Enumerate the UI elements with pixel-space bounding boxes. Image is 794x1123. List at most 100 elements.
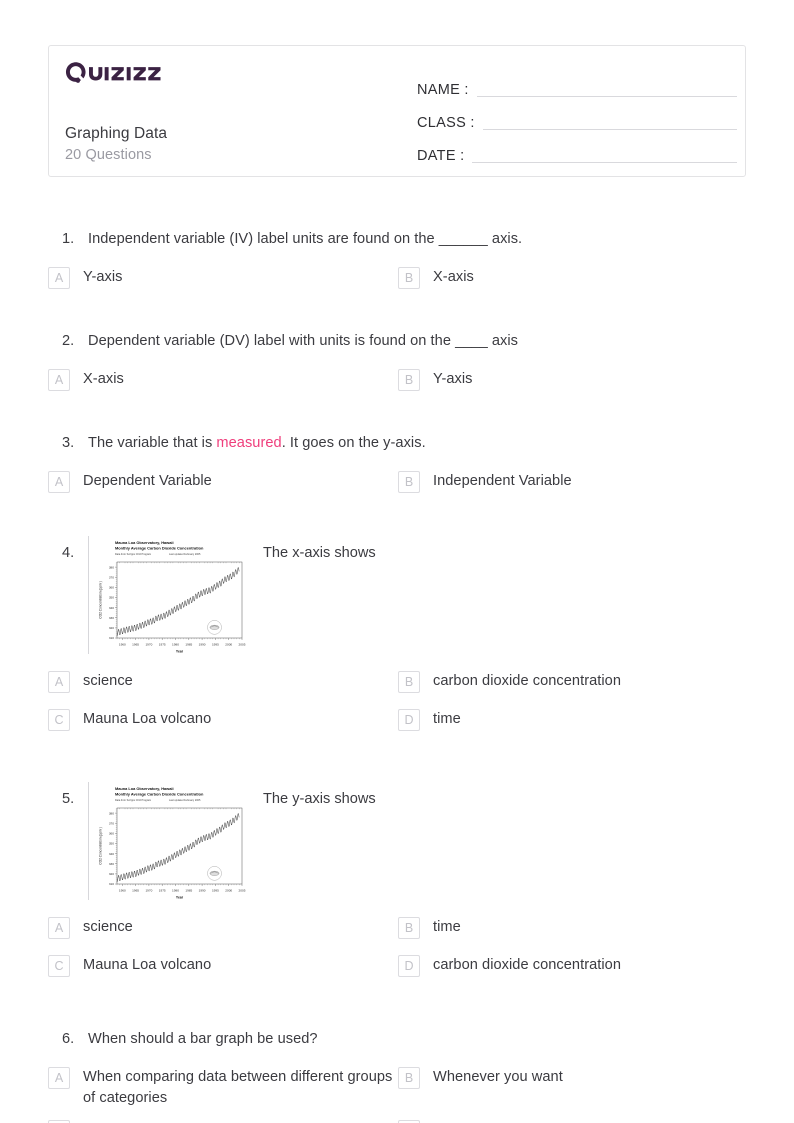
svg-text:310: 310: [109, 882, 114, 886]
option-list: A X-axis B Y-axis: [48, 366, 748, 404]
option-c[interactable]: C: [48, 1117, 398, 1123]
option-text: time: [433, 711, 461, 727]
option-text: carbon dioxide concentration: [433, 957, 621, 973]
question-block: 2. Dependent variable (DV) label with un…: [48, 330, 748, 404]
name-field-row: NAME :: [417, 67, 737, 100]
option-letter-box: A: [48, 1067, 70, 1089]
quiz-question-count: 20 Questions: [65, 147, 152, 163]
chart-inner: Mauna Loa Observatory, Hawaii Monthly Av…: [95, 782, 248, 900]
option-b[interactable]: B Whenever you want: [398, 1064, 748, 1109]
option-c[interactable]: C Mauna Loa volcano: [48, 952, 398, 982]
date-field-label: DATE :: [417, 148, 465, 164]
svg-text:1985: 1985: [185, 889, 192, 893]
option-b[interactable]: B carbon dioxide concentration: [398, 668, 748, 698]
option-text: Mauna Loa volcano: [83, 957, 212, 973]
class-field-input[interactable]: [482, 129, 737, 130]
date-field-input[interactable]: [472, 162, 737, 163]
name-field-label: NAME :: [417, 82, 469, 98]
svg-text:1995: 1995: [212, 643, 219, 647]
option-b[interactable]: B Independent Variable: [398, 468, 748, 498]
svg-text:330: 330: [109, 616, 114, 620]
worksheet-header-card: Graphing Data 20 Questions NAME : CLASS …: [48, 45, 746, 177]
option-list: A Dependent Variable B Independent Varia…: [48, 468, 748, 506]
option-letter-box: B: [398, 471, 420, 493]
svg-text:1995: 1995: [212, 889, 219, 893]
option-a[interactable]: A science: [48, 914, 398, 944]
option-letter-box: B: [398, 1067, 420, 1089]
option-d[interactable]: D carbon dioxide concentration: [398, 952, 748, 982]
option-text: Independent Variable: [433, 473, 572, 489]
option-text: X-axis: [433, 269, 474, 285]
svg-text:380: 380: [109, 565, 114, 569]
svg-text:340: 340: [109, 852, 114, 856]
question-head: 2. Dependent variable (DV) label with un…: [48, 330, 748, 352]
option-a[interactable]: A Y-axis: [48, 264, 398, 294]
question-text: Independent variable (IV) label units ar…: [88, 228, 522, 250]
option-letter-box: A: [48, 267, 70, 289]
option-row: A When comparing data between different …: [48, 1064, 748, 1117]
svg-text:310: 310: [109, 636, 114, 640]
option-text: X-axis: [83, 371, 124, 387]
option-text: science: [83, 673, 133, 689]
option-row: A Dependent Variable B Independent Varia…: [48, 468, 748, 506]
question-block: 3. The variable that is measured. It goe…: [48, 432, 748, 506]
option-b[interactable]: B time: [398, 914, 748, 944]
chart-inner: Mauna Loa Observatory, Hawaii Monthly Av…: [95, 536, 248, 654]
svg-text:360: 360: [109, 586, 114, 590]
question-block: 5. Mauna Loa Observatory, Hawaii Monthly…: [48, 782, 748, 990]
question-number: 6.: [62, 1031, 75, 1047]
question-with-image: 5. Mauna Loa Observatory, Hawaii Monthly…: [48, 782, 748, 900]
quizizz-logo-icon: [65, 62, 161, 83]
question-text-part: Dependent variable (DV) label with units…: [88, 333, 519, 349]
option-text: Whenever you want: [433, 1069, 563, 1085]
option-row: C Mauna Loa volcano D carbon dioxide con…: [48, 952, 748, 990]
svg-text:370: 370: [109, 821, 114, 825]
question-with-image: 4. Mauna Loa Observatory, Hawaii Monthly…: [48, 536, 748, 654]
option-text: Y-axis: [83, 269, 123, 285]
question-block: 4. Mauna Loa Observatory, Hawaii Monthly…: [48, 536, 748, 744]
class-field-row: CLASS :: [417, 100, 737, 133]
question-image: Mauna Loa Observatory, Hawaii Monthly Av…: [88, 536, 263, 654]
option-row: A science B time: [48, 914, 748, 952]
option-letter-box: C: [48, 709, 70, 731]
chart-xlabel: Year: [176, 896, 184, 900]
question-text-part: Independent variable (IV) label units ar…: [88, 231, 523, 247]
option-a[interactable]: A science: [48, 668, 398, 698]
option-a[interactable]: A When comparing data between different …: [48, 1064, 398, 1109]
svg-text:340: 340: [109, 606, 114, 610]
option-text: Mauna Loa volcano: [83, 711, 212, 727]
svg-text:1980: 1980: [172, 643, 179, 647]
svg-text:1970: 1970: [145, 643, 152, 647]
option-a[interactable]: A X-axis: [48, 366, 398, 396]
class-field-label: CLASS :: [417, 115, 475, 131]
question-text: The variable that is measured. It goes o…: [88, 432, 426, 454]
option-b[interactable]: B X-axis: [398, 264, 748, 294]
question-text: Dependent variable (DV) label with units…: [88, 330, 518, 352]
question-text-part: The x-axis shows: [263, 545, 376, 561]
chart-frame: Mauna Loa Observatory, Hawaii Monthly Av…: [88, 536, 248, 654]
chart-credit-left: Data from Scripps CO2 Program: [115, 553, 151, 556]
svg-text:320: 320: [109, 626, 114, 630]
option-list: A Y-axis B X-axis: [48, 264, 748, 302]
option-letter-box: A: [48, 917, 70, 939]
name-field-input[interactable]: [476, 96, 737, 97]
option-a[interactable]: A Dependent Variable: [48, 468, 398, 498]
chart-ylabel: CO2 Concentration (ppm ): [99, 581, 103, 618]
chart-subtitle: Monthly Average Carbon Dioxide Concentra…: [115, 546, 204, 551]
chart-credit-right: Last updated February 2005: [169, 553, 201, 556]
option-list: A When comparing data between different …: [48, 1064, 748, 1123]
svg-text:1980: 1980: [172, 889, 179, 893]
question-number: 4.: [62, 545, 75, 561]
question-number: 1.: [62, 231, 75, 247]
option-text: time: [433, 919, 461, 935]
option-row: A science B carbon dioxide concentration: [48, 668, 748, 706]
svg-text:1990: 1990: [199, 889, 206, 893]
option-b[interactable]: B Y-axis: [398, 366, 748, 396]
keeling-curve-chart: Mauna Loa Observatory, Hawaii Monthly Av…: [95, 782, 248, 900]
chart-subtitle: Monthly Average Carbon Dioxide Concentra…: [115, 792, 204, 797]
option-d[interactable]: D: [398, 1117, 748, 1123]
option-d[interactable]: D time: [398, 706, 748, 736]
option-letter-box: B: [398, 671, 420, 693]
option-letter-box: A: [48, 671, 70, 693]
option-c[interactable]: C Mauna Loa volcano: [48, 706, 398, 736]
